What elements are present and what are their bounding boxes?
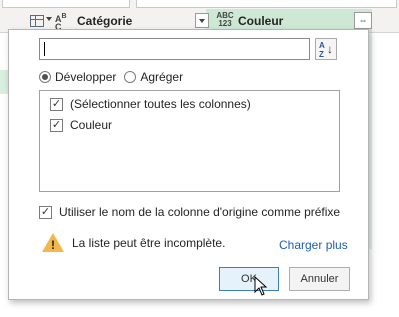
list-item-select-all[interactable]: ✓ (Sélectionner toutes les colonnes) (50, 97, 251, 111)
aggregate-radio[interactable] (124, 71, 137, 83)
mouse-cursor-icon (254, 276, 268, 296)
text-caret (44, 42, 45, 56)
text-type-icon[interactable]: AB C (55, 13, 73, 32)
search-input[interactable] (39, 38, 310, 60)
columns-listbox: ✓ (Sélectionner toutes les colonnes) ✓ C… (39, 90, 340, 192)
warning-row: ! La liste peut être incomplète. (42, 233, 225, 253)
expand-radio-label[interactable]: Développer (55, 70, 116, 84)
sort-arrow-icon: ↓ (327, 42, 333, 56)
mode-radio-group: Développer Agréger (39, 70, 191, 84)
expand-radio[interactable] (39, 71, 51, 83)
prefix-checkbox[interactable]: ✓ (39, 205, 52, 219)
cancel-button[interactable]: Annuler (289, 267, 350, 291)
ok-button[interactable]: OK (219, 267, 279, 291)
list-item-couleur[interactable]: ✓ Couleur (50, 118, 112, 132)
top-field-left (2, 0, 130, 8)
couleur-checkbox[interactable]: ✓ (50, 118, 63, 132)
aggregate-radio-label[interactable]: Agréger (140, 70, 183, 84)
select-all-label[interactable]: (Sélectionner toutes les colonnes) (70, 97, 251, 111)
filter-dropdown-button[interactable] (195, 13, 209, 28)
warning-text: La liste peut être incomplète. (72, 236, 226, 250)
couleur-label[interactable]: Couleur (70, 118, 112, 132)
load-more-link[interactable]: Charger plus (279, 238, 348, 252)
expand-column-button[interactable]: ⇔ (354, 12, 372, 29)
table-menu-icon[interactable] (30, 15, 44, 27)
column-header-couleur[interactable]: Couleur (238, 14, 283, 28)
column-header-categorie[interactable]: Catégorie (77, 14, 132, 28)
select-all-checkbox[interactable]: ✓ (50, 97, 63, 111)
expand-popup: AZ ↓ Développer Agréger ✓ (Sélectionner … (8, 29, 369, 300)
warning-icon: ! (42, 233, 64, 253)
any-type-icon[interactable]: ABC 123 (214, 12, 236, 30)
prefix-label[interactable]: Utiliser le nom de la colonne d'origine … (59, 205, 340, 219)
table-menu-chevron-icon[interactable] (46, 17, 52, 21)
top-field-right (136, 0, 397, 8)
sort-az-icon: AZ (319, 41, 325, 59)
prefix-option[interactable]: ✓ Utiliser le nom de la colonne d'origin… (39, 205, 340, 219)
sort-az-button[interactable]: AZ ↓ (315, 38, 337, 60)
row-selection-marker (0, 70, 8, 94)
